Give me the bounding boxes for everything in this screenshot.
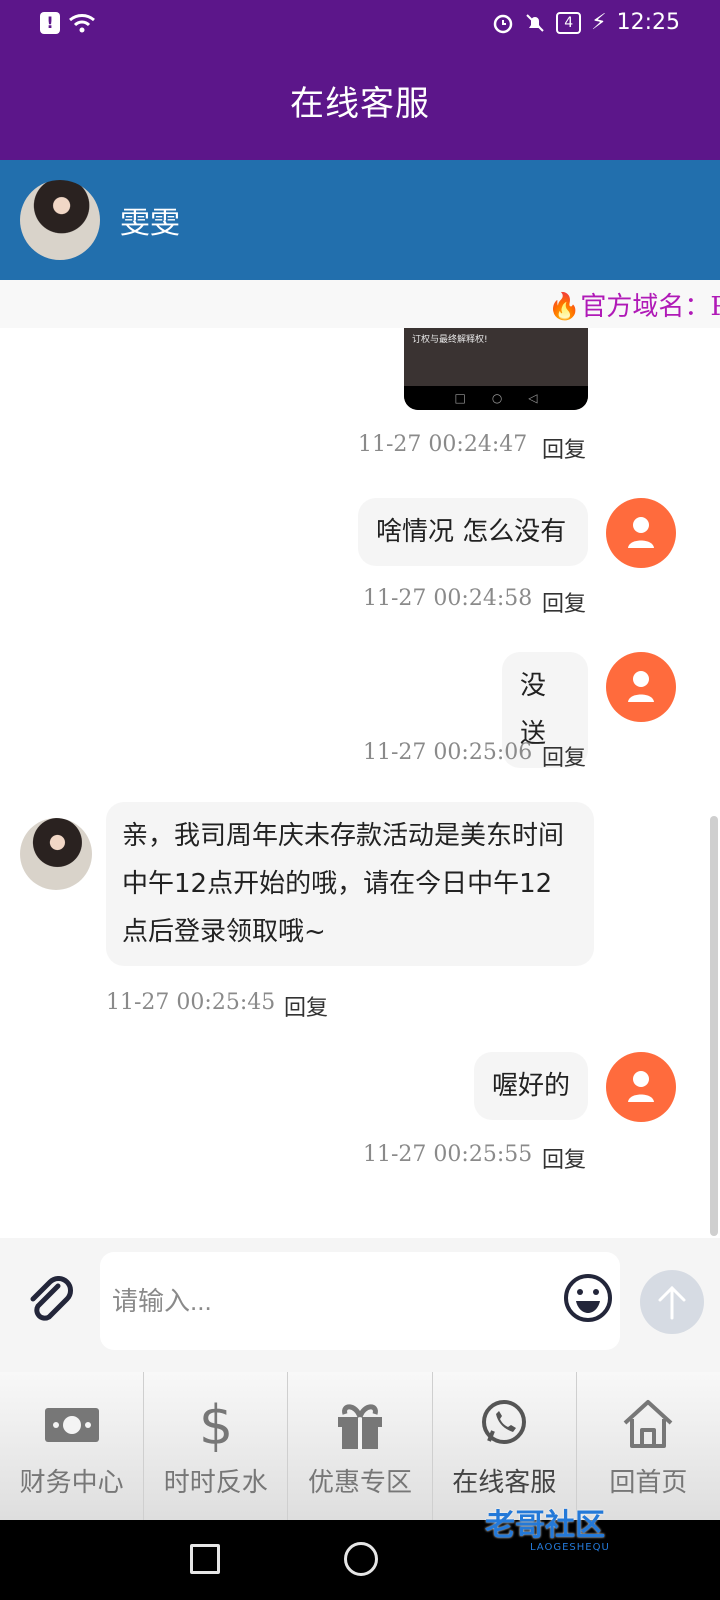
nav-label: 财务中心	[19, 1468, 124, 1498]
whatsapp-icon	[482, 1400, 527, 1444]
message-time: 11-27 00:24:58	[363, 586, 533, 611]
status-bar: ! 4 ⚡ 12:25	[0, 0, 720, 48]
watermark-subtitle: LAOGESHEQU	[530, 1542, 610, 1553]
watermark: 老哥社区	[485, 1508, 605, 1543]
system-navigation-bar	[0, 1520, 720, 1600]
nav-item-promotions[interactable]: 优惠专区	[288, 1372, 433, 1520]
message-time: 11-27 00:25:45	[106, 990, 276, 1015]
nav-item-home[interactable]: 回首页	[577, 1372, 720, 1520]
user-message-bubble: 喔好的	[474, 1052, 588, 1120]
person-icon	[628, 1071, 654, 1102]
person-icon	[628, 517, 654, 548]
dollar-icon: $	[199, 1394, 233, 1454]
user-avatar	[606, 498, 676, 568]
message-time: 11-27 00:24:47	[358, 432, 528, 457]
agent-message-avatar	[20, 818, 92, 890]
ticker-text: 🔥官方域名：P	[548, 292, 720, 322]
nav-label: 优惠专区	[308, 1468, 413, 1498]
gift-icon	[338, 1404, 382, 1449]
money-icon	[44, 1408, 99, 1442]
home-icon	[624, 1400, 673, 1448]
chat-scrollbar[interactable]	[710, 816, 718, 1236]
alert-icon: !	[40, 12, 60, 34]
announcement-ticker[interactable]: 🔥官方域名：P	[0, 280, 720, 328]
preview-caption: 订权与最终解释权!	[412, 335, 488, 345]
message-time: 11-27 00:25:55	[363, 1142, 533, 1167]
status-time: 12:25	[616, 10, 680, 35]
reply-link[interactable]: 回复	[542, 586, 586, 618]
battery-indicator: 4	[556, 11, 582, 34]
agent-bar: 雯雯	[0, 160, 720, 280]
agent-avatar	[20, 180, 100, 260]
message-time: 11-27 00:25:06	[363, 740, 533, 765]
reply-link[interactable]: 回复	[284, 990, 328, 1022]
agent-name: 雯雯	[120, 206, 180, 241]
charging-icon: ⚡	[591, 10, 607, 35]
bottom-nav: 财务中心 $ 时时反水 优惠专区 在线客服 回首页	[0, 1372, 720, 1520]
alarm-icon	[493, 14, 513, 33]
paperclip-icon[interactable]	[24, 1276, 76, 1328]
nav-item-support[interactable]: 在线客服	[433, 1372, 577, 1520]
message-input[interactable]	[100, 1252, 620, 1350]
nav-label: 回首页	[609, 1468, 688, 1498]
recent-apps-button[interactable]	[190, 1544, 220, 1574]
home-button[interactable]	[344, 1542, 378, 1576]
nav-item-finance[interactable]: 财务中心	[0, 1372, 145, 1520]
image-message-preview[interactable]: 订权与最终解释权! □ ○ ◁	[404, 328, 588, 410]
preview-system-nav: □ ○ ◁	[404, 386, 588, 410]
message-input-bar	[0, 1238, 720, 1372]
reply-link[interactable]: 回复	[542, 740, 586, 772]
user-avatar	[606, 652, 676, 722]
arrow-up-icon	[658, 1285, 686, 1320]
app-header: 在线客服	[0, 48, 720, 160]
mute-icon	[526, 13, 544, 32]
nav-item-rebate[interactable]: $ 时时反水	[144, 1372, 289, 1520]
reply-link[interactable]: 回复	[542, 432, 586, 464]
send-button[interactable]	[640, 1270, 704, 1334]
user-avatar	[606, 1052, 676, 1122]
wifi-icon	[69, 14, 95, 33]
user-message-bubble: 啥情况 怎么没有	[358, 498, 588, 566]
emoji-icon[interactable]	[562, 1272, 614, 1324]
svg-text:$: $	[199, 1394, 233, 1454]
person-icon	[628, 671, 654, 702]
agent-message-bubble: 亲，我司周年庆未存款活动是美东时间中午12点开始的哦，请在今日中午12点后登录领…	[106, 802, 594, 966]
reply-link[interactable]: 回复	[542, 1142, 586, 1174]
nav-label: 在线客服	[452, 1468, 557, 1498]
nav-label: 时时反水	[163, 1468, 268, 1498]
chat-area[interactable]: 订权与最终解释权! □ ○ ◁ 11-27 00:24:47 回复 啥情况 怎么没有…	[0, 328, 720, 1238]
page-title: 在线客服	[290, 84, 430, 124]
